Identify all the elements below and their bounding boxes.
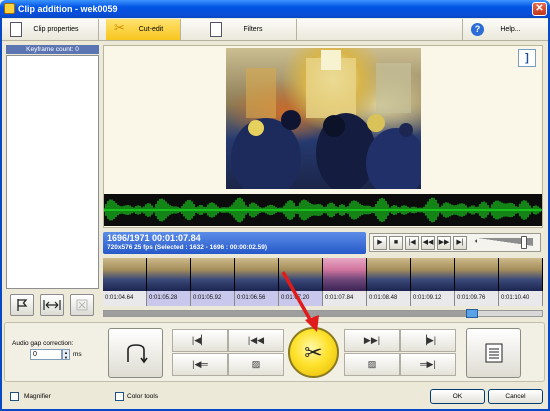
- crowd-scene-image: [231, 50, 426, 198]
- timecode-label: 0:01:05.92: [191, 291, 235, 306]
- set-start-button[interactable]: |◀▏: [172, 329, 228, 352]
- keyframe-buttons: [6, 292, 99, 318]
- volume-slider[interactable]: [521, 236, 527, 249]
- close-button[interactable]: ✕: [532, 2, 547, 16]
- audio-gap-input[interactable]: 0: [30, 349, 62, 360]
- audio-waveform[interactable]: [103, 194, 542, 226]
- timeline-thumbnail[interactable]: [103, 258, 147, 291]
- timecode-label: 0:01:10.40: [499, 291, 543, 306]
- timeline-thumbnail[interactable]: [499, 258, 543, 291]
- timecode-label: 0:01:09.76: [455, 291, 499, 306]
- audio-gap-unit: ms: [73, 351, 82, 358]
- window-title: Clip addition - wek0059: [18, 4, 118, 14]
- transport-controls: ▶ ■ |◀ ◀◀ ▶▶ ▶| ◖: [369, 233, 541, 252]
- timecode-label: 0:01:06.56: [235, 291, 279, 306]
- app-icon: [4, 3, 15, 14]
- bottom-bar: Magnifier Color tools OK Cancel: [4, 388, 546, 406]
- return-arrow-icon: [126, 344, 148, 364]
- undo-cut-button[interactable]: [108, 328, 163, 378]
- span-arrows-icon: [43, 300, 61, 310]
- timecode-label: 0:01:05.28: [147, 291, 191, 306]
- title-bar: Clip addition - wek0059 ✕: [0, 0, 550, 18]
- magnifier-checkbox[interactable]: [10, 392, 19, 401]
- frame-info-bar: 1696/1971 00:01:07.84 720x576 25 fps (Se…: [103, 232, 366, 254]
- color-tools-checkbox[interactable]: [115, 392, 124, 401]
- clip-list-button[interactable]: [466, 328, 521, 378]
- list-document-icon: [485, 343, 502, 363]
- scissors-icon: ✂: [304, 340, 323, 365]
- keyframe-span-button[interactable]: [40, 294, 64, 316]
- add-keyframe-flag-button[interactable]: [10, 294, 34, 316]
- timeline-thumbnail[interactable]: [411, 258, 455, 291]
- hatched-start-button[interactable]: ▨: [228, 353, 284, 376]
- cancel-button[interactable]: Cancel: [488, 389, 543, 404]
- ok-button[interactable]: OK: [430, 389, 485, 404]
- color-tools-label: Color tools: [127, 393, 159, 400]
- timeline-thumbnail[interactable]: [147, 258, 191, 291]
- hatched-end-button[interactable]: ▨: [344, 353, 400, 376]
- tab-clip-properties[interactable]: Clip properties: [2, 19, 99, 40]
- play-button[interactable]: ▶: [373, 236, 387, 250]
- timeline-thumbnail[interactable]: [367, 258, 411, 291]
- trim-start-button[interactable]: |◀═: [172, 353, 228, 376]
- stop-button[interactable]: ■: [389, 236, 403, 250]
- fit-view-button[interactable]: ]: [518, 49, 536, 67]
- audio-gap-spinner[interactable]: ▲ ▼: [62, 349, 70, 360]
- timeline-thumbnail[interactable]: [191, 258, 235, 291]
- red-pointer-arrow: [281, 271, 319, 332]
- set-end-button[interactable]: ▕▶|: [400, 329, 456, 352]
- tab-filters[interactable]: Filters: [200, 19, 297, 40]
- delete-keyframe-button[interactable]: [70, 294, 94, 316]
- toolbar: Clip properties ✂ Cut-edit Filters ? Hel…: [2, 19, 548, 41]
- previous-frame-button[interactable]: |◀: [405, 236, 419, 250]
- timecode-label: 0:01:09.12: [411, 291, 455, 306]
- frame-time: 1696/1971 00:01:07.84: [107, 233, 201, 243]
- go-start-button[interactable]: |◀◀: [228, 329, 284, 352]
- magnifier-label: Magnifier: [24, 393, 51, 400]
- video-preview[interactable]: [226, 48, 426, 198]
- keyframe-list[interactable]: [6, 55, 99, 289]
- flag-icon: [17, 299, 28, 311]
- timeline-thumbnail[interactable]: [455, 258, 499, 291]
- scroll-thumb[interactable]: [466, 309, 478, 318]
- go-end-button[interactable]: ▶▶|: [344, 329, 400, 352]
- tab-cut-edit[interactable]: ✂ Cut-edit: [106, 19, 181, 40]
- help-button[interactable]: ? Help...: [462, 19, 548, 40]
- timecode-label: 0:01:08.48: [367, 291, 411, 306]
- rewind-button[interactable]: ◀◀: [421, 236, 435, 250]
- waveform-graphic: [103, 197, 542, 223]
- timeline-thumbnail[interactable]: [235, 258, 279, 291]
- fast-forward-button[interactable]: ▶▶: [437, 236, 451, 250]
- delete-icon: [76, 299, 88, 311]
- audio-gap-label: Audio gap correction:: [12, 340, 74, 347]
- timecode-label: 0:01:04.64: [103, 291, 147, 306]
- trim-end-button[interactable]: ═▶|: [400, 353, 456, 376]
- selection-details: 720x576 25 fps (Selected : 1632 - 1696 :…: [107, 244, 268, 251]
- keyframe-count-header: Keyframe count: 0: [6, 45, 99, 54]
- next-frame-button[interactable]: ▶|: [453, 236, 467, 250]
